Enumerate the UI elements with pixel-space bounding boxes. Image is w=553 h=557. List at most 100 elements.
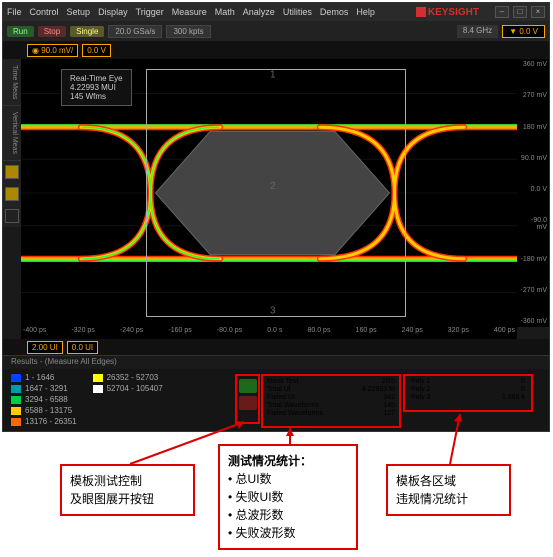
- stat-value: 4.22993 M: [362, 386, 395, 393]
- x-tick: 240 ps: [402, 327, 423, 339]
- eye-info-box: Real-Time Eye 4.22993 MUI 145 Wfms: [61, 69, 132, 106]
- x-tick: 0.0 s: [267, 327, 282, 339]
- minimize-button[interactable]: –: [495, 6, 509, 18]
- color-legend-1: 1 - 1646 1647 - 3291 3294 - 6588 6588 - …: [3, 369, 85, 431]
- trigger-freq[interactable]: 8.4 GHz: [457, 25, 498, 38]
- annot-text: 违规情况统计: [396, 490, 501, 508]
- single-button[interactable]: Single: [70, 26, 104, 37]
- ui-scale[interactable]: 2.00 UI: [27, 341, 63, 354]
- mask-control-buttons: [235, 374, 260, 424]
- y-tick: -90.0 mV: [519, 217, 547, 231]
- brand-logo: KEYSIGHT: [416, 7, 479, 18]
- annot-text: 及眼图展开按钮: [70, 490, 185, 508]
- legend-label: 13176 - 26351: [25, 417, 77, 426]
- x-tick: 80.0 ps: [307, 327, 330, 339]
- x-tick: -400 ps: [23, 327, 46, 339]
- window-controls: – □ ×: [495, 6, 545, 18]
- x-tick: -160 ps: [168, 327, 191, 339]
- menu-math[interactable]: Math: [215, 7, 235, 17]
- left-sidebar: Time Meas Vertical Meas: [3, 59, 21, 227]
- stat-value: 2G5: [382, 378, 395, 385]
- close-button[interactable]: ×: [531, 6, 545, 18]
- menu-measure[interactable]: Measure: [172, 7, 207, 17]
- annot-text: 模板各区域: [396, 472, 501, 490]
- y-axis-scale: 360 mV 270 mV 180 mV 90.0 mV 0.0 V -90.0…: [517, 59, 549, 327]
- menu-help[interactable]: Help: [356, 7, 375, 17]
- menu-control[interactable]: Control: [30, 7, 59, 17]
- y-tick: 180 mV: [519, 124, 547, 131]
- marker1-icon[interactable]: [5, 165, 19, 179]
- menubar: File Control Setup Display Trigger Measu…: [3, 3, 549, 21]
- menu-demos[interactable]: Demos: [320, 7, 349, 17]
- stat-value: 127: [383, 410, 395, 417]
- legend-label: 1647 - 3291: [25, 384, 68, 393]
- legend-swatch: [11, 385, 21, 393]
- oscilloscope-window: File Control Setup Display Trigger Measu…: [2, 2, 550, 432]
- menu-utilities[interactable]: Utilities: [283, 7, 312, 17]
- legend-swatch: [93, 374, 103, 382]
- svg-text:2: 2: [270, 181, 276, 192]
- tab-vertical-meas[interactable]: Vertical Meas: [3, 106, 21, 161]
- stat-label: Failed UI: [267, 394, 295, 401]
- y-tick: 270 mV: [519, 92, 547, 99]
- annot-text: 模板测试控制: [70, 472, 185, 490]
- stop-button[interactable]: Stop: [38, 26, 66, 37]
- annotation-poly-violation: 模板各区域 违规情况统计: [386, 464, 511, 516]
- y-tick: -180 mV: [519, 256, 547, 263]
- results-title: Results - (Measure All Edges): [3, 355, 549, 369]
- poly-value: 0: [521, 386, 525, 393]
- stat-value: 342: [383, 394, 395, 401]
- eye-unfold-button[interactable]: [239, 396, 257, 410]
- y-tick: 0.0 V: [519, 186, 547, 193]
- ui-offset[interactable]: 0.0 UI: [67, 341, 98, 354]
- annot-bullet: 失败波形数: [236, 526, 296, 540]
- stat-label: Total UI: [267, 386, 291, 393]
- poly-value: 1.666 k: [502, 394, 525, 401]
- menu-trigger[interactable]: Trigger: [136, 7, 164, 17]
- menu-analyze[interactable]: Analyze: [243, 7, 275, 17]
- channel-scale[interactable]: ◉ 90.0 mV/: [27, 44, 78, 57]
- polygon-violation-panel: Poly 10 Poly 20 Poly 31.666 k: [403, 374, 533, 412]
- legend-label: 1 - 1646: [25, 373, 54, 382]
- y-tick: 90.0 mV: [519, 155, 547, 162]
- legend-swatch: [11, 418, 21, 426]
- annot-bullet: 总波形数: [236, 508, 284, 522]
- poly-value: 0: [521, 378, 525, 385]
- mem-depth[interactable]: 300 kpts: [166, 25, 210, 38]
- legend-swatch: [11, 374, 21, 382]
- toolbar: Run Stop Single 20.0 GSa/s 300 kpts 8.4 …: [3, 21, 549, 41]
- y-tick: -360 mV: [519, 318, 547, 325]
- ui-scale-bar: 2.00 UI 0.0 UI: [3, 339, 549, 355]
- mask-enable-button[interactable]: [239, 379, 257, 393]
- legend-label: 3294 - 6588: [25, 395, 68, 404]
- x-axis-scale: -400 ps -320 ps -240 ps -160 ps -80.0 ps…: [21, 327, 517, 339]
- menu-display[interactable]: Display: [98, 7, 128, 17]
- eye-diagram-plot[interactable]: 1 2 3 Real-Time Eye 4.22993 MUI 145 Wfms: [21, 59, 517, 327]
- menu-setup[interactable]: Setup: [67, 7, 91, 17]
- menu-file[interactable]: File: [7, 7, 22, 17]
- legend-swatch: [93, 385, 103, 393]
- eye-info-title: Real-Time Eye: [70, 74, 123, 83]
- legend-swatch: [11, 407, 21, 415]
- stat-value: 145: [383, 402, 395, 409]
- x-tick: 400 ps: [494, 327, 515, 339]
- y-tick: 360 mV: [519, 61, 547, 68]
- tab-time-meas[interactable]: Time Meas: [3, 59, 21, 106]
- color-legend-2: 26352 - 52703 52704 - 105407: [85, 369, 171, 431]
- legend-label: 52704 - 105407: [107, 384, 163, 393]
- poly-label: Poly 3: [411, 394, 430, 401]
- eye-info-wfms: 145 Wfms: [70, 92, 123, 101]
- sample-rate[interactable]: 20.0 GSa/s: [108, 25, 162, 38]
- tool3-icon[interactable]: [5, 209, 19, 223]
- brand-text: KEYSIGHT: [428, 7, 479, 18]
- marker2-icon[interactable]: [5, 187, 19, 201]
- channel-offset[interactable]: 0.0 V: [82, 44, 111, 57]
- run-button[interactable]: Run: [7, 26, 34, 37]
- maximize-button[interactable]: □: [513, 6, 527, 18]
- x-tick: 320 ps: [448, 327, 469, 339]
- mask-statistics-panel: Mask Test2G5 Total UI4.22993 M Failed UI…: [261, 374, 401, 428]
- keysight-logo-icon: [416, 7, 426, 17]
- annot-bullet: 总UI数: [236, 472, 272, 486]
- poly-label: Poly 1: [411, 378, 430, 385]
- trigger-level[interactable]: ▼ 0.0 V: [502, 25, 545, 38]
